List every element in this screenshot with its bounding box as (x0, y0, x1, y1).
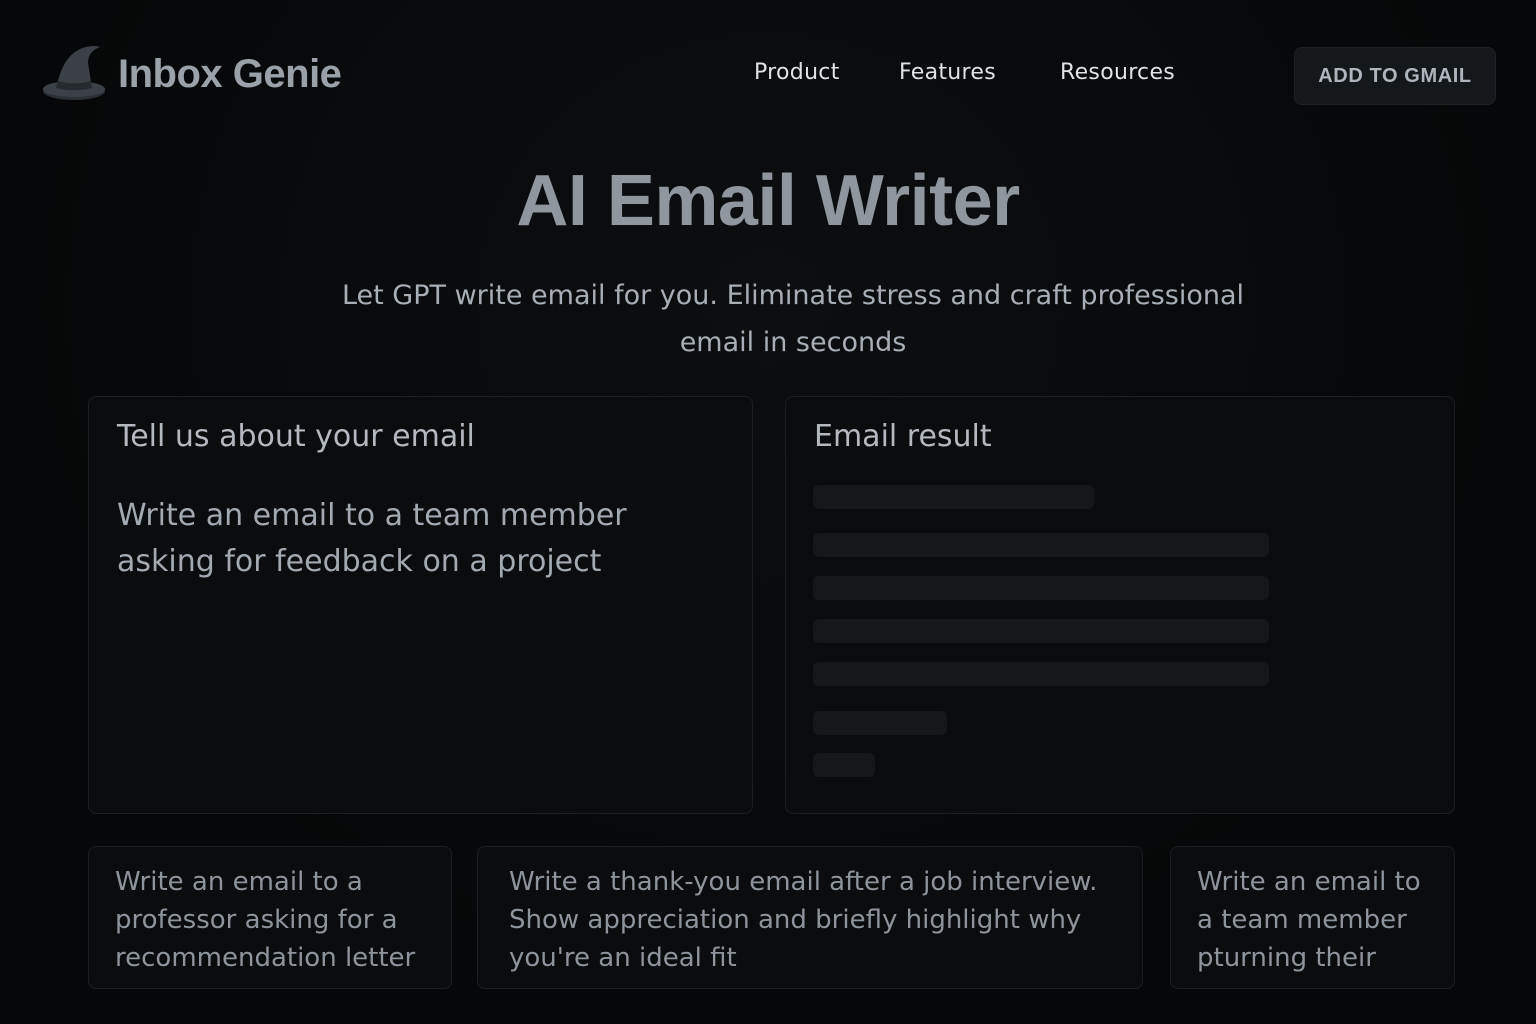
example-prompt-text: Write an email to a professor asking for… (115, 867, 416, 973)
hero-subtitle-line-2: email in seconds (679, 327, 907, 358)
email-result-panel: Email result (785, 396, 1455, 814)
nav-features[interactable]: Features (899, 60, 996, 94)
nav-product[interactable]: Product (754, 60, 840, 94)
example-prompt-card[interactable]: Write an email to a team member pturning… (1170, 846, 1455, 989)
skeleton-line (813, 753, 875, 777)
skeleton-line (813, 619, 1269, 643)
skeleton-line (813, 533, 1269, 557)
page: Inbox Genie Product Features Resources A… (0, 0, 1536, 1024)
example-prompt-card[interactable]: Write a thank-you email after a job inte… (477, 846, 1143, 989)
hero-subtitle: Let GPT write email for you. Eliminate s… (318, 272, 1268, 366)
example-prompt-text: Write an email to a team member pturning… (1197, 867, 1421, 973)
nav-resources[interactable]: Resources (1060, 60, 1175, 94)
hero-subtitle-line-1: Let GPT write email for you. Eliminate s… (341, 280, 1245, 311)
brand-logo[interactable]: Inbox Genie (42, 42, 342, 106)
skeleton-line (813, 576, 1269, 600)
input-panel-heading: Tell us about your email (117, 419, 475, 454)
page-title: AI Email Writer (516, 161, 1020, 241)
email-input-panel: Tell us about your email Write an email … (88, 396, 753, 814)
example-prompt-text: Write a thank-you email after a job inte… (509, 867, 1098, 973)
brand-name: Inbox Genie (118, 51, 342, 96)
wizard-hat-icon (43, 45, 105, 100)
skeleton-line (813, 711, 947, 735)
skeleton-line (813, 662, 1269, 686)
add-to-gmail-button[interactable]: ADD TO GMAIL (1294, 47, 1496, 105)
email-prompt-input[interactable]: Write an email to a team member asking f… (117, 493, 727, 783)
example-prompt-card[interactable]: Write an email to a professor asking for… (88, 846, 452, 989)
result-panel-heading: Email result (814, 419, 992, 454)
skeleton-line (813, 485, 1094, 509)
result-loading-skeleton (813, 485, 1273, 785)
